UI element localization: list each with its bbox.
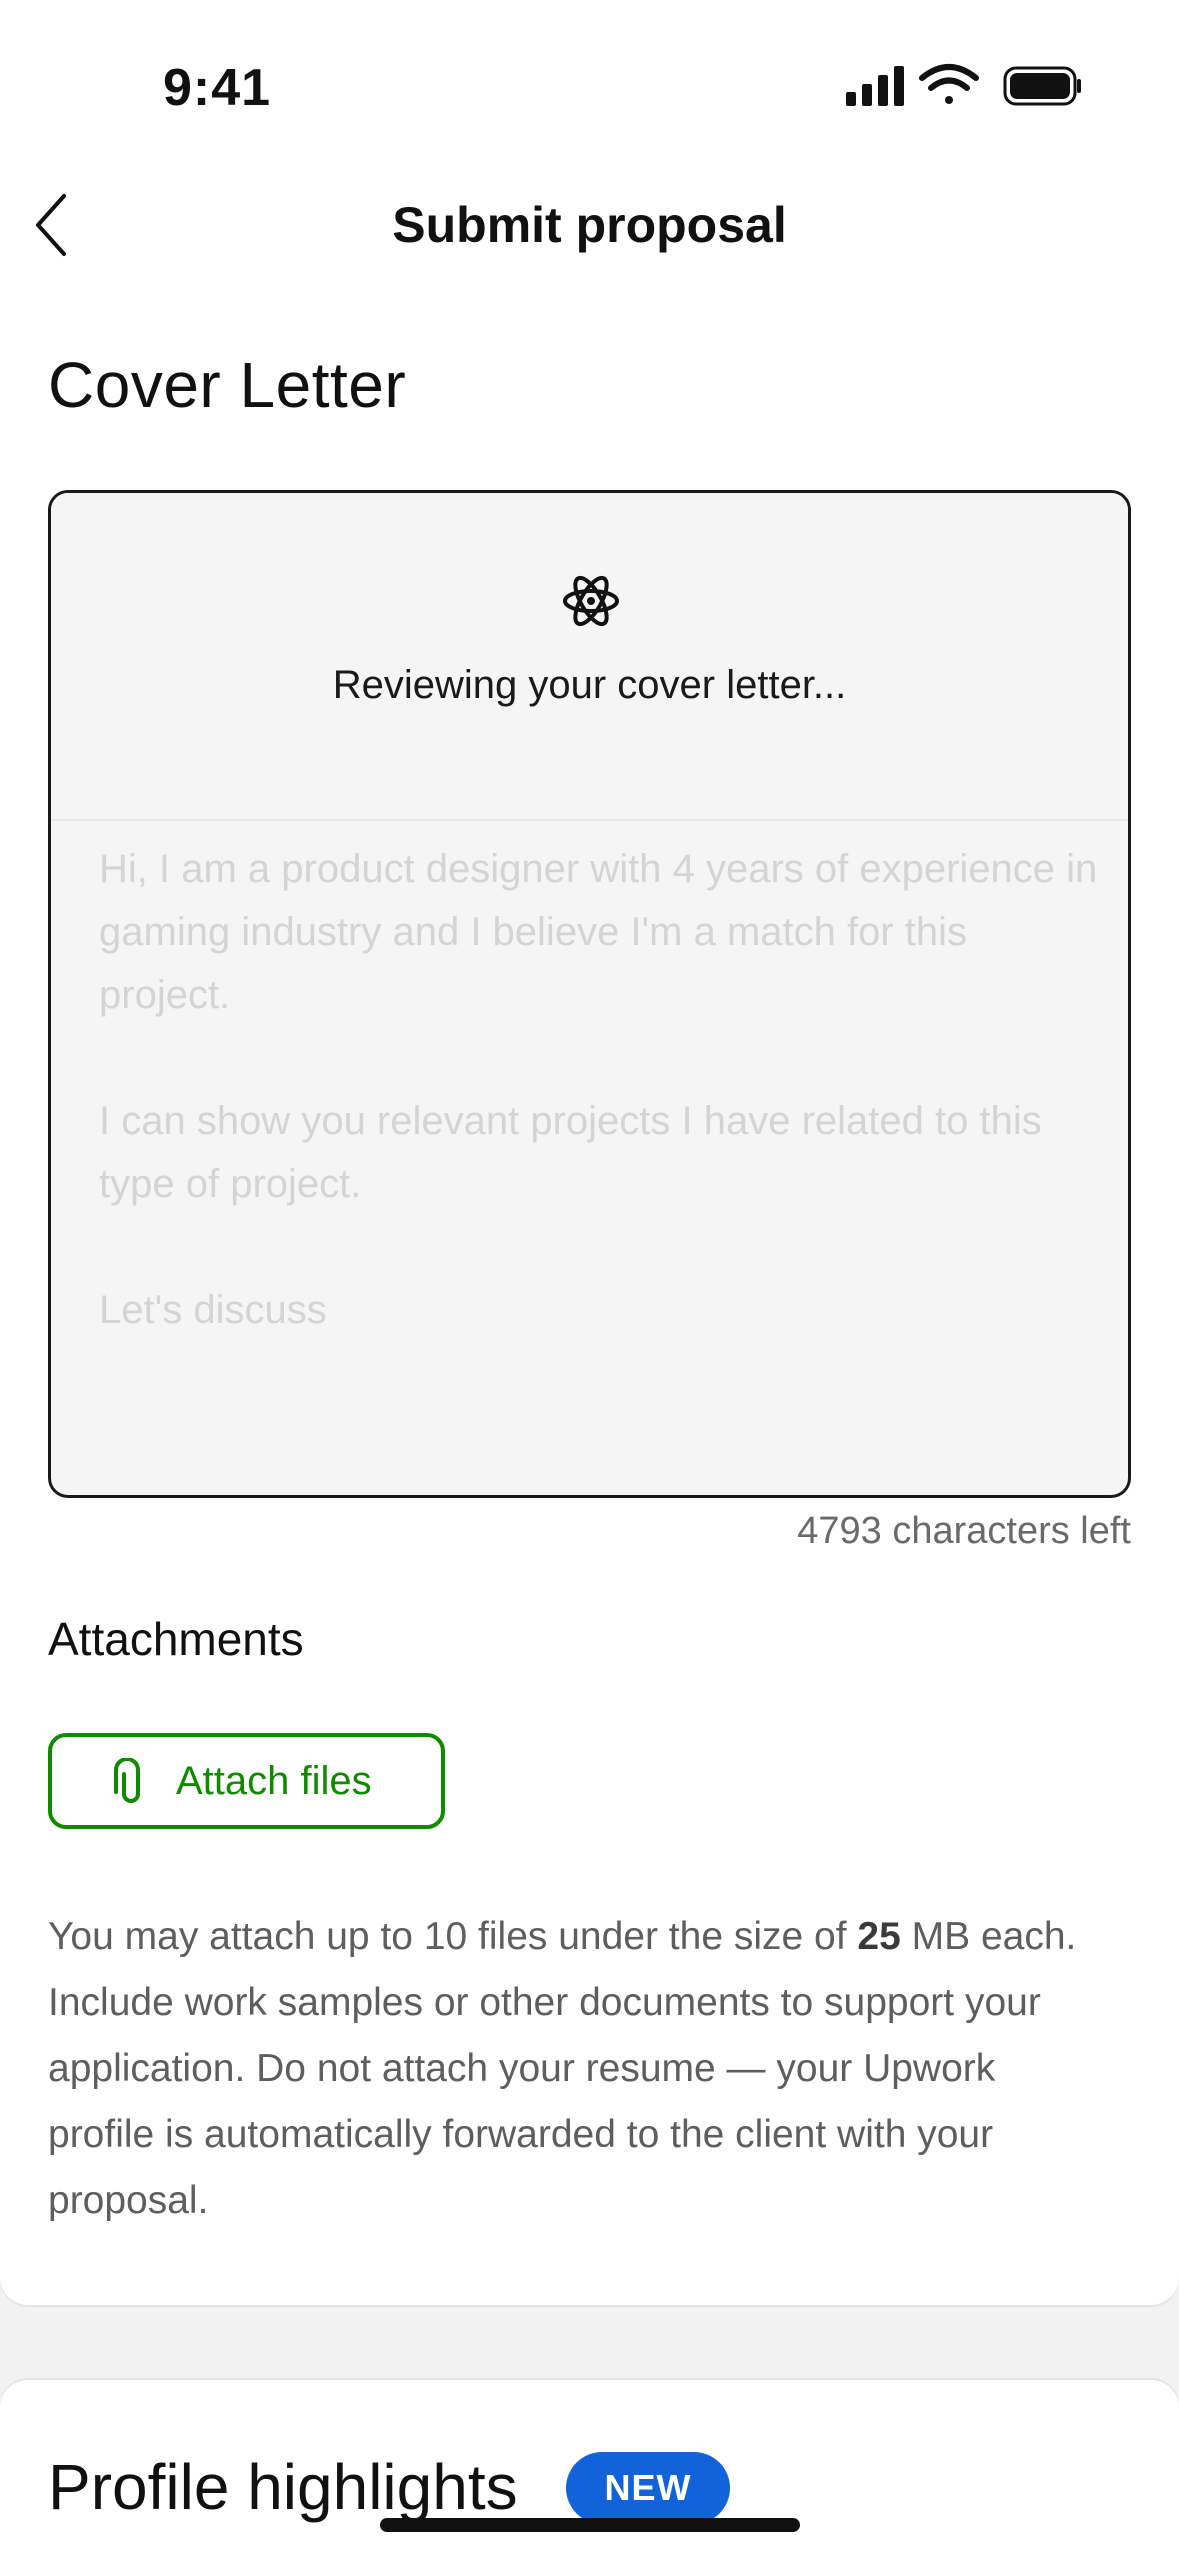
attachments-help-after: MB each. Include work samples or other d… — [48, 1915, 1077, 2222]
cover-letter-title: Cover Letter — [48, 349, 407, 421]
wifi-icon — [919, 64, 979, 104]
atom-icon — [563, 575, 619, 627]
attach-files-button[interactable]: Attach files — [48, 1733, 445, 1829]
cover-letter-content: Hi, I am a product designer with 4 years… — [99, 838, 1099, 1405]
home-indicator — [380, 2518, 800, 2532]
characters-left-counter: 4793 characters left — [797, 1510, 1131, 1552]
attachments-help-size: 25 — [857, 1915, 901, 1958]
attachments-title: Attachments — [48, 1613, 304, 1665]
cover-letter-paragraph: I can show you relevant projects I have … — [99, 1099, 1042, 1206]
reviewing-status-text: Reviewing your cover letter... — [332, 663, 847, 707]
cover-letter-textarea[interactable]: Hi, I am a product designer with 4 years… — [48, 490, 1131, 1498]
profile-highlights-title: Profile highlights — [48, 2451, 518, 2523]
status-icons — [846, 64, 1081, 106]
cover-letter-paragraph: Hi, I am a product designer with 4 years… — [99, 847, 1098, 1017]
attachments-help-text: You may attach up to 10 files under the … — [48, 1904, 1108, 2234]
cover-letter-paragraph: Let's discuss — [99, 1288, 327, 1332]
page-title: Submit proposal — [392, 197, 787, 253]
new-badge: NEW — [566, 2452, 730, 2524]
attachments-help-before: You may attach up to 10 files under the … — [48, 1915, 858, 1958]
battery-icon — [1003, 66, 1081, 106]
cellular-signal-icon — [846, 66, 904, 106]
status-time: 9:41 — [163, 59, 272, 117]
attach-files-label: Attach files — [176, 1758, 372, 1803]
reviewing-overlay: Reviewing your cover letter... — [51, 493, 1128, 821]
paperclip-icon — [114, 1758, 140, 1803]
